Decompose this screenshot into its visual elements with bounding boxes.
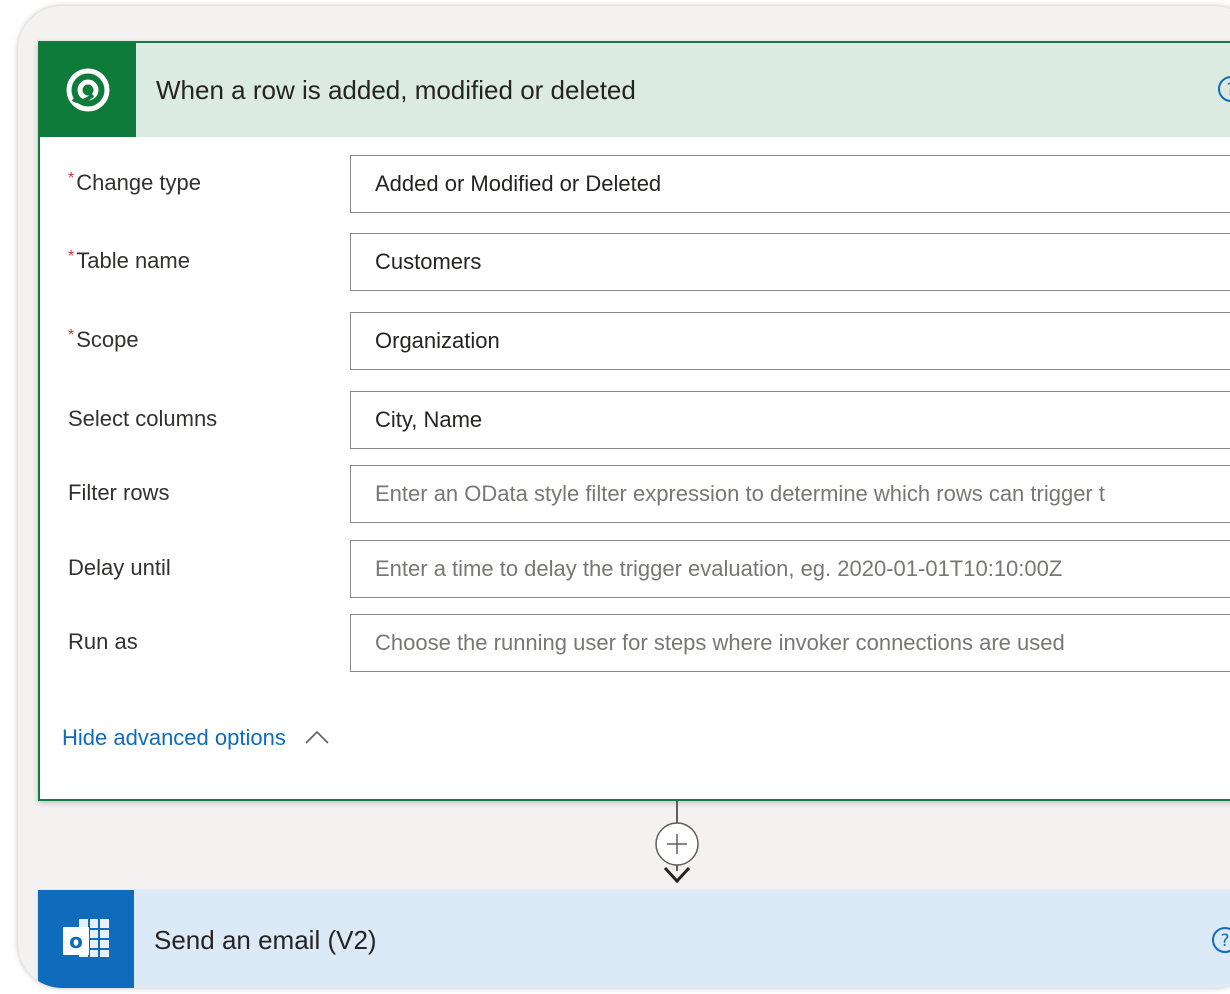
field-label-text: Delay until [68, 555, 171, 580]
field-label: Select columns [68, 406, 217, 432]
field-label-text: Filter rows [68, 480, 170, 505]
field-label: Filter rows [68, 480, 169, 506]
flow-canvas: When a row is added, modified or deleted… [18, 6, 1230, 988]
field-label: *Change type [68, 170, 201, 196]
field-label: *Table name [68, 248, 190, 274]
svg-text:?: ? [1220, 931, 1229, 951]
help-icon[interactable]: ? [1210, 925, 1230, 955]
trigger-title: When a row is added, modified or deleted [156, 75, 636, 105]
svg-text:?: ? [1226, 80, 1230, 100]
required-marker: * [68, 170, 75, 187]
required-marker: * [68, 248, 75, 265]
field-input[interactable]: City, Name [350, 391, 1230, 449]
arrow-down-icon [662, 864, 692, 886]
field-label: Delay until [68, 555, 171, 581]
field-value: Choose the running user for steps where … [375, 630, 1065, 655]
field-label-text: Change type [76, 170, 201, 195]
field-label: *Scope [68, 327, 139, 353]
trigger-card-header[interactable]: When a row is added, modified or deleted… [40, 43, 1230, 137]
field-dropdown[interactable]: Organization [350, 312, 1230, 370]
outlook-icon: o [38, 890, 134, 988]
trigger-card: When a row is added, modified or deleted… [38, 41, 1230, 801]
hide-advanced-options-link[interactable]: Hide advanced options [62, 725, 330, 751]
field-label-text: Select columns [68, 406, 218, 431]
field-dropdown[interactable]: Added or Modified or Deleted [350, 155, 1230, 213]
field-input[interactable]: Enter a time to delay the trigger evalua… [350, 540, 1230, 598]
help-icon[interactable]: ? [1216, 74, 1230, 104]
field-value: City, Name [375, 407, 483, 432]
field-label-text: Run as [68, 629, 138, 654]
field-value: Enter an OData style filter expression t… [375, 481, 1105, 506]
field-input[interactable]: Enter an OData style filter expression t… [350, 465, 1230, 523]
dataverse-icon [40, 43, 136, 137]
field-value: Organization [375, 328, 500, 353]
field-value: Enter a time to delay the trigger evalua… [375, 556, 1063, 581]
field-value: Added or Modified or Deleted [375, 171, 662, 196]
field-dropdown[interactable]: Customers [350, 233, 1230, 291]
field-value: Customers [375, 249, 482, 274]
chevron-up-icon [304, 725, 330, 751]
required-marker: * [68, 327, 75, 344]
field-label-text: Scope [76, 327, 139, 352]
add-step-button[interactable] [654, 821, 700, 867]
field-label: Run as [68, 629, 138, 655]
field-dropdown[interactable]: Choose the running user for steps where … [350, 614, 1230, 672]
action-card[interactable]: o Send an email (V2) ? [38, 890, 1230, 988]
hide-advanced-options-label: Hide advanced options [62, 725, 286, 750]
field-label-text: Table name [76, 248, 190, 273]
action-title: Send an email (V2) [154, 925, 377, 955]
svg-text:o: o [69, 929, 83, 953]
